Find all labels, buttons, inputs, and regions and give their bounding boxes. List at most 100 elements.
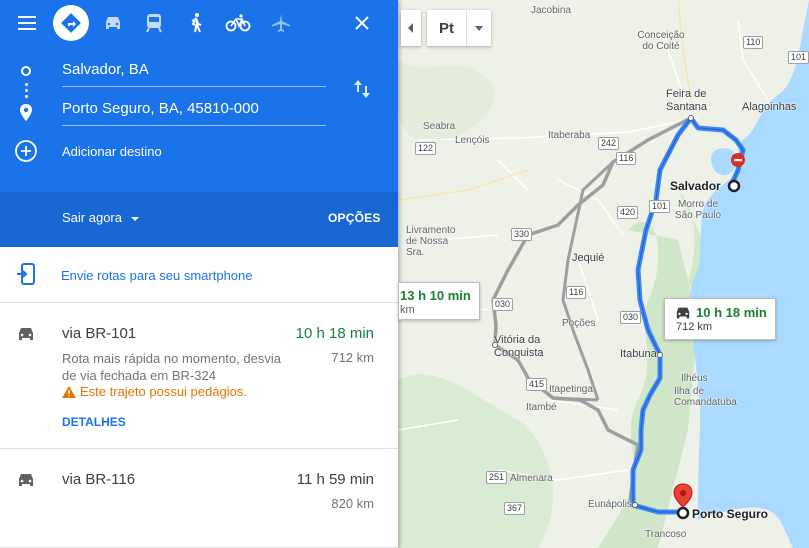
road-shield: 251 (486, 471, 508, 484)
callout-time: 13 h 10 min (400, 288, 471, 303)
chevron-down-icon[interactable] (131, 217, 139, 221)
map-label-eunapolis: Eunápolis (588, 499, 632, 510)
directions-header: Salvador, BA Porto Seguro, BA, 45810-000… (0, 0, 398, 192)
road-shield: 110 (743, 36, 764, 49)
car-icon (106, 17, 120, 29)
callout-distance: 712 km (676, 321, 713, 333)
map-label-itabuna: Itabuna (620, 348, 657, 360)
route-time: 10 h 18 min (295, 325, 374, 342)
map-label-livramento: Livramento de Nossa Sra. (406, 225, 456, 258)
map-label-vitoria: Vitória da Conquista (494, 334, 544, 359)
route-callout-alt[interactable]: 13 h 10 min km (398, 282, 480, 320)
map-graphics (398, 0, 809, 548)
route-option-2[interactable]: via BR-116 11 h 59 min 820 km (0, 449, 398, 548)
car-icon (19, 474, 33, 486)
route-name: via BR-116 (62, 471, 136, 488)
bike-icon (225, 14, 251, 32)
road-shield: 415 (526, 378, 548, 391)
map-label-lencois: Lençóis (455, 135, 490, 146)
mode-bike-button[interactable] (220, 5, 256, 41)
map-label-salvador: Salvador (670, 179, 721, 193)
collapse-panel-button[interactable] (401, 10, 421, 46)
send-to-phone-row[interactable]: Envie rotas para seu smartphone (0, 247, 398, 303)
mode-car-button[interactable] (95, 5, 131, 41)
map-label-feira: Feira de Santana (666, 88, 707, 113)
swap-icon (354, 80, 370, 98)
road-shield: 420 (617, 206, 639, 219)
road-shield: 367 (504, 502, 526, 515)
send-to-phone-icon (17, 263, 35, 285)
route-distance: 820 km (331, 496, 374, 511)
map-label-porto: Porto Seguro (692, 507, 769, 521)
map-canvas[interactable]: Jacobina Conceição do Coité Feira de San… (398, 0, 809, 548)
route-callout-main[interactable]: 10 h 18 min 712 km (664, 298, 776, 340)
train-icon (146, 14, 162, 33)
add-destination-label[interactable]: Adicionar destino (62, 144, 162, 159)
route-distance: 712 km (331, 350, 374, 365)
options-button[interactable]: OPÇÕES (328, 211, 381, 225)
car-icon (19, 328, 33, 340)
menu-icon (18, 16, 36, 30)
road-shield: 122 (415, 142, 437, 155)
map-label-almenara: Almenara (510, 473, 553, 484)
send-to-phone-label[interactable]: Envie rotas para seu smartphone (61, 268, 253, 283)
route-dot (25, 89, 28, 92)
add-destination-button[interactable] (14, 139, 38, 163)
depart-time-dropdown[interactable]: Sair agora (62, 210, 122, 225)
route-name: via BR-101 (62, 325, 137, 342)
route-dot (25, 95, 28, 98)
map-label-trancoso: Trancoso (645, 529, 687, 540)
road-shield: 116 (566, 286, 587, 299)
flight-icon (272, 14, 290, 32)
callout-distance: km (400, 304, 415, 316)
map-layer-button[interactable]: Pt (427, 10, 491, 46)
map-label-jequie: Jequié (572, 252, 605, 264)
directions-panel: Salvador, BA Porto Seguro, BA, 45810-000… (0, 0, 398, 548)
menu-button[interactable] (9, 5, 45, 41)
map-layer-dropdown[interactable] (467, 10, 491, 46)
map-label-alagoinhas: Alagoinhas (742, 101, 797, 113)
road-shield: 116 (616, 152, 637, 165)
swap-button[interactable] (350, 77, 374, 101)
road-shield: 030 (492, 298, 514, 311)
destination-pin-icon (20, 104, 32, 121)
callout-time: 10 h 18 min (696, 305, 767, 320)
road-shield: 030 (620, 311, 642, 324)
mode-flight-button[interactable] (263, 5, 299, 41)
chevron-down-icon (475, 25, 483, 31)
map-label-itambe: Itambé (526, 402, 557, 413)
map-label-itapetinga: Itapetinga (549, 384, 593, 395)
directions-icon (61, 13, 81, 33)
road-shield: 330 (511, 228, 533, 241)
close-button[interactable] (344, 5, 380, 41)
toll-warning-text: Este trajeto possui pedágios. (80, 384, 247, 399)
car-icon (676, 307, 690, 319)
road-shield: 101 (649, 200, 671, 213)
road-shield: 242 (598, 137, 620, 150)
warning-icon (62, 385, 76, 398)
map-label-ilheus: Ilhéus (681, 373, 708, 384)
origin-marker-icon (21, 66, 31, 76)
chevron-left-icon (408, 23, 413, 33)
map-label-itaberaba: Itaberaba (548, 130, 591, 141)
plus-circle-icon (15, 140, 37, 162)
toll-warning: Este trajeto possui pedágios. (62, 384, 247, 399)
details-button[interactable]: DETALHES (62, 415, 126, 429)
mode-walk-button[interactable] (178, 5, 214, 41)
route-time: 11 h 59 min (296, 471, 374, 488)
route-dot (25, 83, 28, 86)
origin-input[interactable]: Salvador, BA (62, 57, 326, 87)
map-label-jacobina: Jacobina (531, 5, 572, 16)
map-label-comandatuba: Ilha de Comandatuba (674, 386, 737, 408)
close-icon (355, 16, 369, 30)
walk-icon (191, 13, 202, 33)
destination-input[interactable]: Porto Seguro, BA, 45810-000 (62, 96, 326, 126)
map-label-conceicao: Conceição do Coité (637, 30, 685, 52)
mode-transit-button[interactable] (136, 5, 172, 41)
map-layer-label[interactable]: Pt (427, 10, 467, 46)
route-option-1[interactable]: via BR-101 10 h 18 min 712 km Rota mais … (0, 303, 398, 449)
road-shield: 101 (788, 51, 809, 64)
map-label-morro: Morro de São Paulo (674, 199, 722, 221)
mode-directions-button[interactable] (53, 5, 89, 41)
map-label-seabra: Seabra (423, 121, 456, 132)
